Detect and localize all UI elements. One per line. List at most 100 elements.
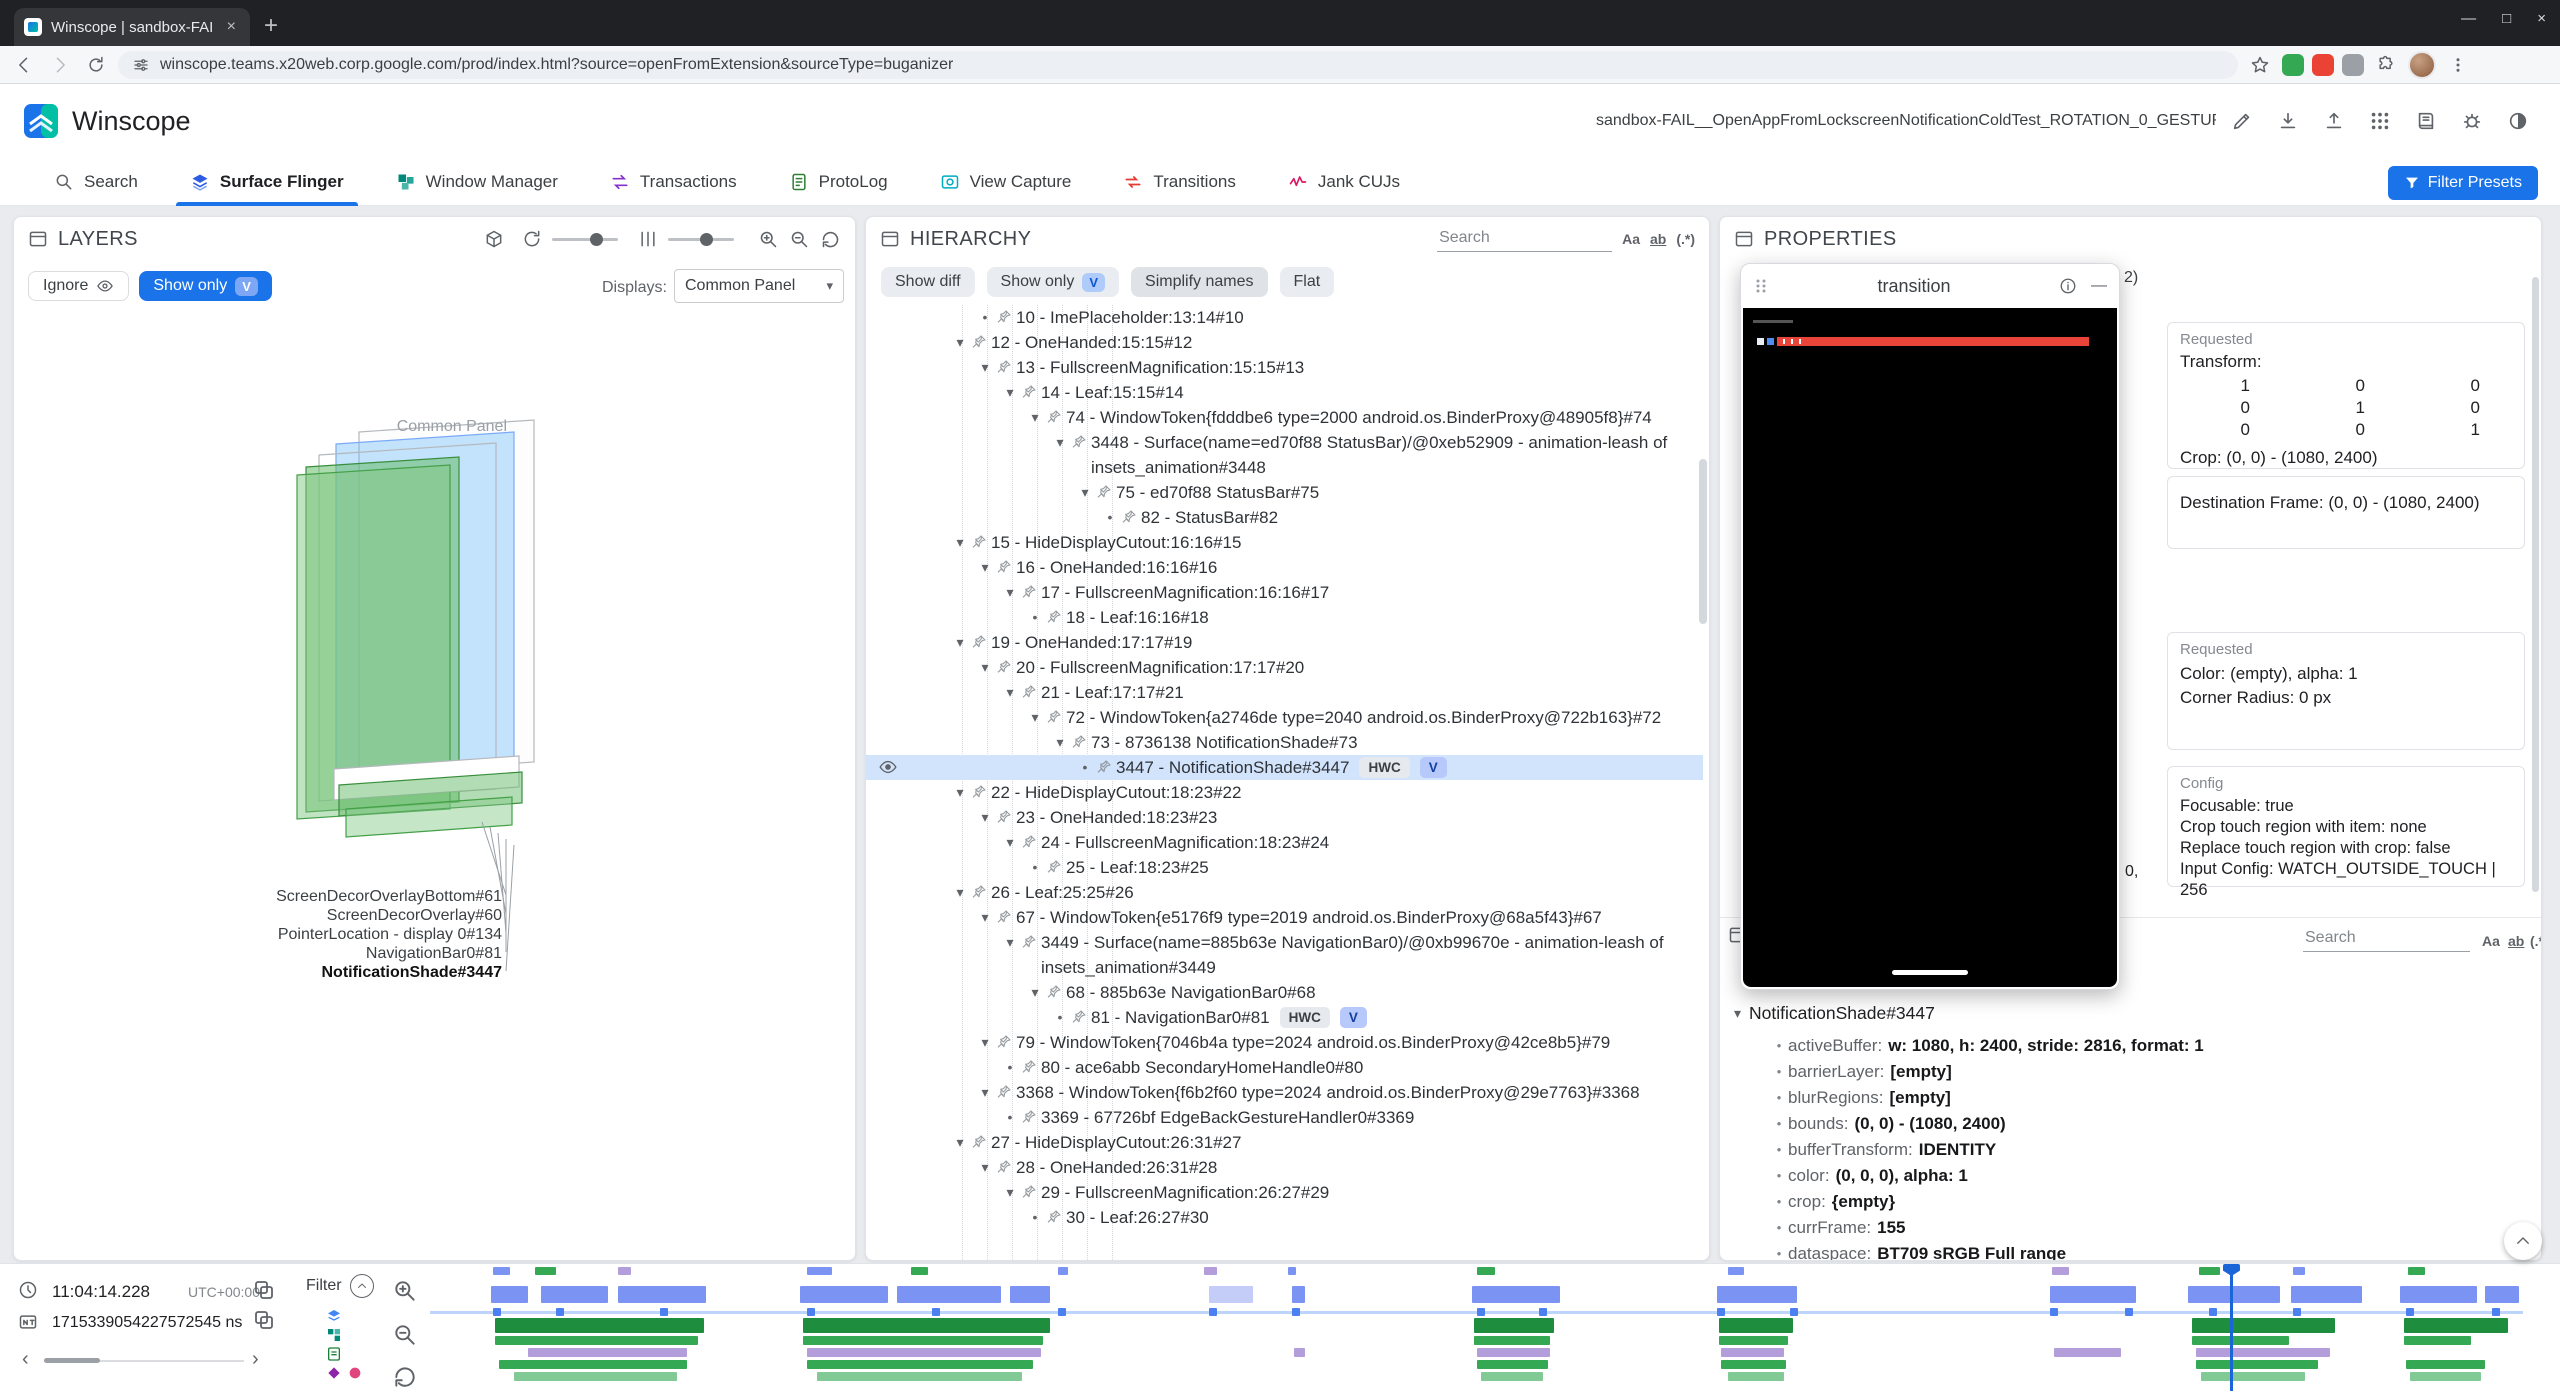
property-row[interactable]: •dataspace:BT709 sRGB Full range: [1720, 1241, 2541, 1261]
expand-arrow-icon[interactable]: ▾: [974, 1155, 996, 1180]
trace-segment[interactable]: [541, 1286, 608, 1303]
trace-segment[interactable]: [803, 1318, 1050, 1333]
tab-transactions[interactable]: Transactions: [584, 158, 763, 206]
regex-icon[interactable]: (.*): [1676, 231, 1695, 247]
leaf-bullet-icon[interactable]: •: [999, 1055, 1021, 1080]
timeline-filter-button[interactable]: Filter: [306, 1274, 374, 1298]
hierarchy-search-input[interactable]: [1437, 227, 1612, 252]
trace-tick[interactable]: [2293, 1308, 2301, 1316]
expand-arrow-icon[interactable]: ▾: [999, 580, 1021, 605]
trace-tick[interactable]: [807, 1308, 815, 1316]
layer-label[interactable]: NavigationBar0#81: [82, 944, 502, 963]
timeline-zoom-out-button[interactable]: [392, 1322, 418, 1348]
pin-icon[interactable]: [996, 309, 1016, 325]
minimize-viewer-icon[interactable]: —: [2091, 277, 2107, 295]
reset-view-button[interactable]: [820, 229, 841, 250]
properties-search-input[interactable]: [2303, 927, 2470, 952]
trace-segment[interactable]: [1721, 1348, 1784, 1357]
tree-node[interactable]: ▾72 - WindowToken{a2746de type=2040 andr…: [866, 705, 1703, 730]
trace-segment[interactable]: [495, 1318, 704, 1333]
profile-avatar[interactable]: [2408, 51, 2436, 79]
tree-node[interactable]: •10 - ImePlaceholder:13:14#10: [866, 305, 1703, 330]
regex-icon[interactable]: (.*): [2530, 933, 2542, 949]
trace-segment[interactable]: [1474, 1318, 1554, 1333]
expand-arrow-icon[interactable]: ▾: [974, 1080, 996, 1105]
edit-icon[interactable]: [2222, 101, 2262, 141]
trace-segment[interactable]: [2406, 1360, 2486, 1369]
pin-icon[interactable]: [996, 359, 1016, 375]
trace-tick[interactable]: [1717, 1308, 1725, 1316]
properties-scrollbar[interactable]: [2532, 277, 2539, 892]
pin-icon[interactable]: [971, 884, 991, 900]
tree-node[interactable]: •82 - StatusBar#82: [866, 505, 1703, 530]
tab-search[interactable]: Search: [28, 158, 164, 206]
trace-segment[interactable]: [618, 1286, 706, 1303]
pin-icon[interactable]: [1071, 434, 1091, 450]
extensions-puzzle-icon[interactable]: [2372, 51, 2400, 79]
trace-tick[interactable]: [660, 1308, 668, 1316]
trace-segment[interactable]: [1010, 1286, 1050, 1303]
trace-segment[interactable]: [2410, 1372, 2481, 1381]
tab-close-icon[interactable]: ×: [223, 18, 240, 36]
next-frame-button[interactable]: ›: [252, 1348, 259, 1371]
leaf-bullet-icon[interactable]: •: [1049, 1005, 1071, 1030]
hierarchy-scrollbar[interactable]: [1699, 459, 1707, 624]
cube-3d-icon[interactable]: [484, 229, 504, 249]
timeline-track[interactable]: [430, 1264, 2523, 1392]
tree-node[interactable]: ▾3368 - WindowToken{f6b2f60 type=2024 an…: [866, 1080, 1703, 1105]
pin-icon[interactable]: [1021, 934, 1041, 950]
property-row[interactable]: •color:(0, 0, 0), alpha: 1: [1720, 1163, 2541, 1189]
tab-protolog[interactable]: ProtoLog: [763, 158, 914, 206]
tree-node[interactable]: ▾21 - Leaf:17:17#21: [866, 680, 1703, 705]
zoom-in-button[interactable]: [758, 229, 779, 250]
trace-segment[interactable]: [495, 1336, 698, 1345]
leaf-bullet-icon[interactable]: •: [1099, 505, 1121, 530]
tree-node[interactable]: ▾12 - OneHanded:15:15#12: [866, 330, 1703, 355]
match-case-icon[interactable]: Aa: [2482, 933, 2500, 949]
expand-arrow-icon[interactable]: ▾: [1049, 730, 1071, 755]
extension-icon-green[interactable]: [2282, 54, 2304, 76]
trace-segment[interactable]: [1481, 1372, 1544, 1381]
leaf-bullet-icon[interactable]: •: [999, 1105, 1021, 1130]
transition-viewer-window[interactable]: transition —: [1740, 263, 2120, 990]
trace-tick[interactable]: [1292, 1308, 1300, 1316]
trace-segment[interactable]: [2404, 1318, 2509, 1333]
displays-select[interactable]: Common Panel ▾: [674, 269, 844, 303]
tree-node[interactable]: ▾22 - HideDisplayCutout:18:23#22: [866, 780, 1703, 805]
trace-segment[interactable]: [2192, 1336, 2288, 1345]
trace-segment[interactable]: [807, 1360, 1033, 1369]
pin-icon[interactable]: [971, 634, 991, 650]
timeline-reset-zoom-button[interactable]: [392, 1364, 418, 1390]
trace-segment[interactable]: [2054, 1348, 2121, 1357]
expand-arrow-icon[interactable]: ▾: [974, 1030, 996, 1055]
tree-node[interactable]: ▾19 - OneHanded:17:17#19: [866, 630, 1703, 655]
pin-icon[interactable]: [1046, 609, 1066, 625]
trace-segment[interactable]: [499, 1360, 687, 1369]
pin-icon[interactable]: [996, 809, 1016, 825]
property-row[interactable]: •currFrame:155: [1720, 1215, 2541, 1241]
pin-icon[interactable]: [1021, 1109, 1041, 1125]
trace-segment[interactable]: [1717, 1286, 1797, 1303]
pin-icon[interactable]: [1046, 859, 1066, 875]
mini-scroll-thumb[interactable]: [44, 1358, 100, 1363]
download-icon[interactable]: [2268, 101, 2308, 141]
property-row[interactable]: •blurRegions:[empty]: [1720, 1085, 2541, 1111]
tree-node[interactable]: ▾73 - 8736138 NotificationShade#73: [866, 730, 1703, 755]
property-row[interactable]: •barrierLayer:[empty]: [1720, 1059, 2541, 1085]
pin-icon[interactable]: [1071, 734, 1091, 750]
tree-node[interactable]: ▾67 - WindowToken{e5176f9 type=2019 andr…: [866, 905, 1703, 930]
zoom-out-button[interactable]: [789, 229, 810, 250]
pin-icon[interactable]: [971, 784, 991, 800]
trace-segment[interactable]: [2188, 1286, 2280, 1303]
expand-arrow-icon[interactable]: ▾: [974, 555, 996, 580]
expand-arrow-icon[interactable]: ▾: [949, 630, 971, 655]
docs-book-icon[interactable]: [2406, 101, 2446, 141]
pin-icon[interactable]: [996, 659, 1016, 675]
leaf-bullet-icon[interactable]: •: [1074, 755, 1096, 780]
layers-3d-canvas[interactable]: [14, 317, 856, 1261]
trace-tick[interactable]: [556, 1308, 564, 1316]
expand-arrow-icon[interactable]: ▾: [949, 330, 971, 355]
leaf-bullet-icon[interactable]: •: [1024, 855, 1046, 880]
pin-icon[interactable]: [1021, 584, 1041, 600]
selected-layer-row[interactable]: ▾ NotificationShade#3447: [1734, 1003, 1935, 1024]
